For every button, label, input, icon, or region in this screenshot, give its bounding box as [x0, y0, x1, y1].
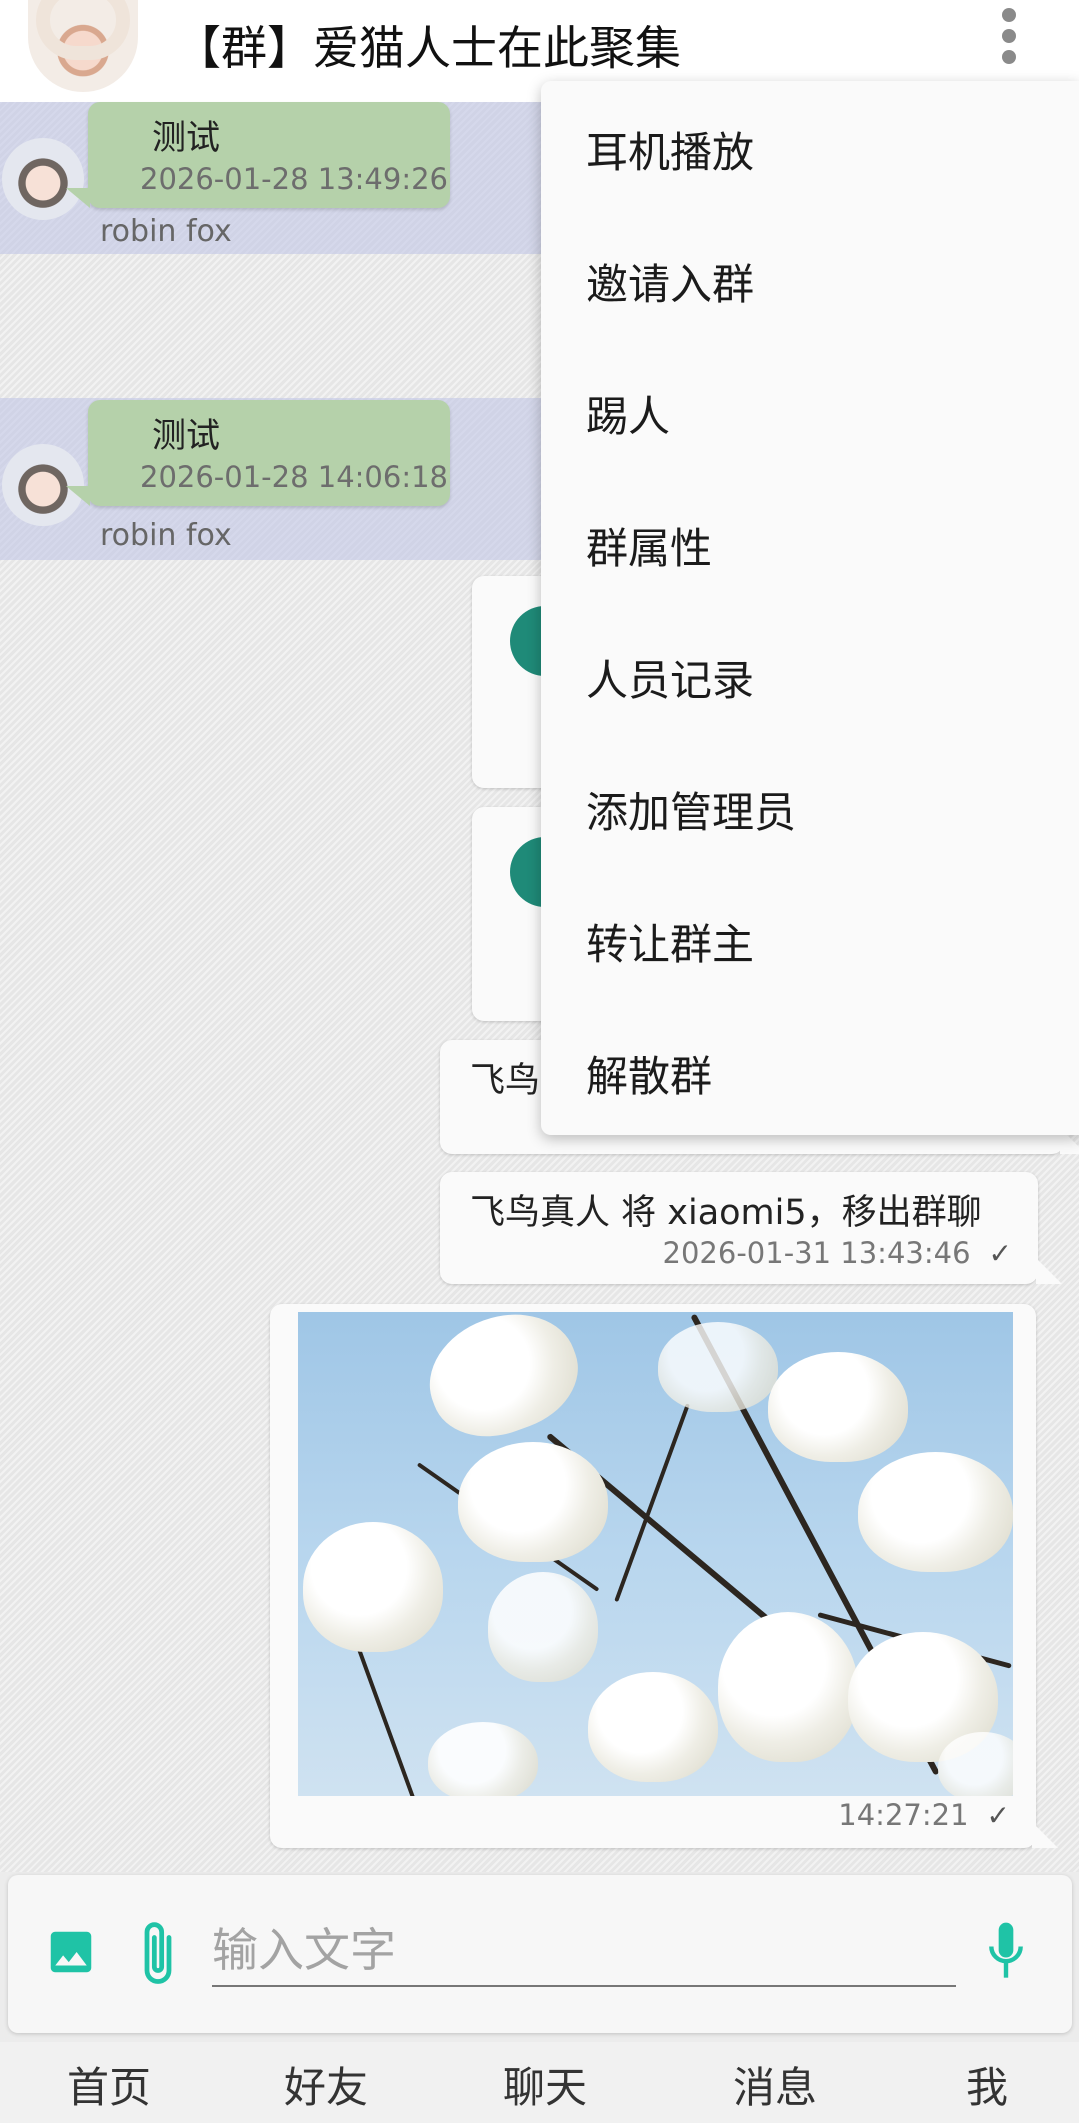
tab-chat[interactable]: 聊天 [503, 2054, 587, 2115]
sender-avatar[interactable] [2, 444, 84, 526]
overflow-menu: 耳机播放 邀请入群 踢人 群属性 人员记录 添加管理员 转让群主 解散群 [541, 81, 1079, 1135]
message-time: 2026-01-31 13:43:46 [662, 1236, 971, 1270]
sender-name: robin fox [100, 214, 232, 249]
menu-item-earpiece[interactable]: 耳机播放 [586, 119, 754, 180]
message-time: 2026-01-28 14:06:18 [140, 460, 448, 494]
message-meta: 14:27:21 ✓ [838, 1798, 1010, 1832]
menu-item-dissolve-group[interactable]: 解散群 [586, 1043, 712, 1104]
sent-check-icon: ✓ [986, 1799, 1010, 1832]
group-avatar[interactable] [28, 0, 138, 92]
chat-title: 【群】爱猫人士在此聚集 [175, 21, 681, 75]
paperclip-icon[interactable] [136, 1919, 180, 1989]
message-time: 14:27:21 [838, 1798, 969, 1832]
message-meta: 2026-01-31 13:43:46 ✓ [663, 1236, 1012, 1270]
message-input-bar [8, 1875, 1072, 2033]
menu-item-transfer-owner[interactable]: 转让群主 [586, 911, 754, 972]
more-options-icon[interactable] [994, 8, 1024, 72]
image-icon[interactable] [44, 1925, 98, 1979]
message-bubble[interactable]: 测试 2026-01-28 13:49:26 [66, 102, 450, 208]
message-time: 2026-01-28 13:49:26 [140, 162, 448, 196]
message-text: 飞鸟 [470, 1061, 541, 1101]
message-text: 飞鸟真人 将 xiaomi5，移出群聊 [470, 1193, 982, 1233]
menu-item-group-properties[interactable]: 群属性 [586, 515, 712, 576]
sender-name: robin fox [100, 518, 232, 553]
tab-friends[interactable]: 好友 [284, 2054, 368, 2115]
message-row-incoming: 测试 2026-01-28 14:06:18 robin fox [0, 398, 560, 560]
bottom-navigation: 首页 好友 聊天 消息 我 [0, 2042, 1079, 2123]
menu-item-add-admin[interactable]: 添加管理员 [586, 779, 796, 840]
message-text: 测试 [152, 118, 220, 158]
message-text: 测试 [152, 416, 220, 456]
menu-item-invite[interactable]: 邀请入群 [586, 251, 754, 312]
tab-messages[interactable]: 消息 [733, 2054, 817, 2115]
message-input[interactable] [212, 1915, 956, 1987]
menu-item-kick[interactable]: 踢人 [586, 383, 670, 444]
sent-check-icon: ✓ [988, 1237, 1012, 1270]
message-bubble[interactable]: 测试 2026-01-28 14:06:18 [66, 400, 450, 506]
tab-home[interactable]: 首页 [67, 2054, 151, 2115]
message-bubble-outgoing[interactable]: 飞鸟真人 将 xiaomi5，移出群聊 2026-01-31 13:43:46 ✓ [440, 1172, 1062, 1284]
message-row-incoming: 测试 2026-01-28 13:49:26 robin fox [0, 102, 560, 254]
microphone-icon[interactable] [984, 1920, 1028, 1984]
message-image[interactable] [298, 1312, 1013, 1796]
tab-me[interactable]: 我 [966, 2054, 1008, 2115]
menu-item-member-records[interactable]: 人员记录 [586, 647, 754, 708]
